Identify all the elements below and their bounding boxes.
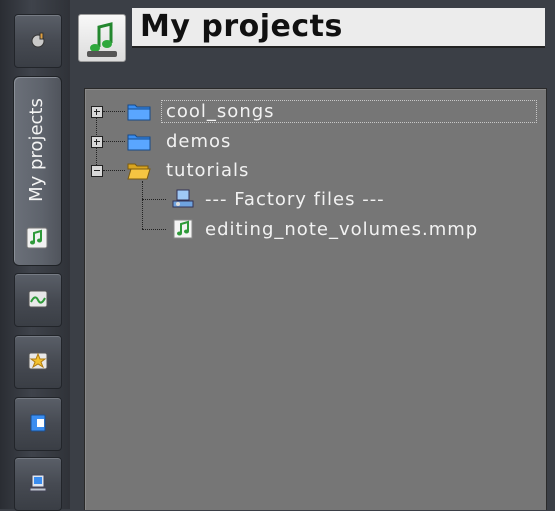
tree-connector xyxy=(142,181,143,229)
presets-icon xyxy=(28,352,48,370)
folder-icon xyxy=(127,104,151,121)
tree-connector xyxy=(103,141,125,142)
tree-connector xyxy=(103,111,125,112)
tree-item-label: tutorials xyxy=(166,159,250,181)
project-file-icon xyxy=(173,219,193,239)
expand-demos[interactable] xyxy=(91,136,103,148)
factory-files-icon xyxy=(172,189,194,208)
home-folder-tab[interactable] xyxy=(14,397,62,451)
root-computer-tab[interactable] xyxy=(14,457,62,511)
music-note-icon xyxy=(87,22,117,57)
samples-tab[interactable] xyxy=(14,273,62,327)
my-projects-icon xyxy=(26,227,48,249)
folder-icon xyxy=(127,134,151,151)
tree-item-label: editing_note_volumes.mmp xyxy=(205,218,479,240)
tree-item-factory-files[interactable]: --- Factory files --- xyxy=(171,187,385,211)
presets-tab[interactable] xyxy=(14,335,62,389)
instrument-plugin-icon xyxy=(31,32,45,48)
tree-item-label: cool_songs xyxy=(161,99,537,123)
tree-connector xyxy=(142,229,166,230)
page-title: My projects xyxy=(140,9,343,44)
header-title-bar: My projects xyxy=(132,8,545,48)
computer-icon xyxy=(29,474,47,492)
file-browser-tree[interactable]: cool_songs demos tutorials --- Factory f… xyxy=(84,88,547,510)
collapse-tutorials[interactable] xyxy=(91,165,103,177)
tree-item-label: demos xyxy=(166,130,232,152)
home-folder-icon xyxy=(30,414,46,432)
instrument-plugins-tab[interactable] xyxy=(14,14,62,68)
tree-connector xyxy=(142,199,166,200)
tree-item-demos[interactable]: demos xyxy=(127,129,231,153)
samples-icon xyxy=(28,290,48,308)
header: My projects xyxy=(70,0,555,62)
tab-my-projects[interactable]: My projects xyxy=(13,76,62,266)
tree-item-label: --- Factory files --- xyxy=(205,188,385,210)
expand-cool-songs[interactable] xyxy=(91,106,103,118)
header-icon xyxy=(78,14,126,62)
tree-connector xyxy=(103,170,125,171)
sidebar: My projects xyxy=(0,0,70,511)
tree-item-cool-songs[interactable]: cool_songs xyxy=(127,99,537,123)
open-folder-icon xyxy=(127,163,151,180)
tree-item-project-file[interactable]: editing_note_volumes.mmp xyxy=(171,217,478,241)
tree-item-tutorials[interactable]: tutorials xyxy=(127,158,249,182)
tab-my-projects-label: My projects xyxy=(26,98,47,202)
